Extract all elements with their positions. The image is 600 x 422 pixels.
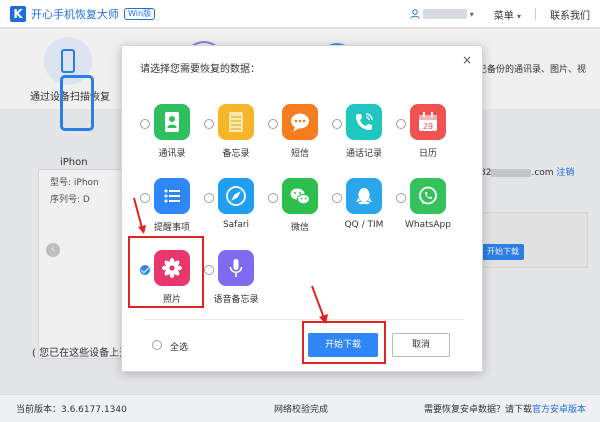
data-item-call-log[interactable]: 通话记录 [332, 102, 404, 176]
contact-us-link[interactable]: 联系我们 [550, 7, 590, 22]
dialog-divider [144, 319, 464, 320]
data-item-notes[interactable]: 备忘录 [204, 102, 276, 176]
item-label: 日历 [418, 149, 437, 159]
item-radio[interactable] [332, 193, 342, 203]
item-radio[interactable] [268, 193, 278, 203]
reminders-icon [154, 178, 190, 214]
notes-icon [218, 104, 254, 140]
close-icon[interactable]: × [462, 53, 472, 67]
item-radio[interactable] [204, 193, 214, 203]
item-radio[interactable] [140, 119, 150, 129]
dialog-title: 请选择您需要恢复的数据： [140, 64, 260, 75]
item-radio[interactable] [396, 193, 406, 203]
status-bar: 当前版本：3.6.6177.1340 网络校验完成 需要恢复安卓数据？请下载官方… [0, 394, 600, 422]
title-divider [535, 8, 536, 20]
item-label: 微信 [290, 223, 309, 233]
start-download-button[interactable]: 开始下载 [308, 333, 378, 357]
red-arrow-icon [311, 285, 328, 324]
app-title: 开心手机恢复大师 [31, 7, 119, 21]
item-label: 通讯录 [158, 149, 186, 159]
data-item-whatsapp[interactable]: WhatsApp [396, 176, 468, 250]
photos-highlight-box [128, 236, 204, 308]
item-label: Safari [222, 220, 250, 230]
data-item-sms[interactable]: 短信 [268, 102, 340, 176]
data-item-qq[interactable]: QQ / TIM [332, 176, 404, 250]
menu-button[interactable]: 菜单 ▾ [494, 7, 521, 22]
item-radio[interactable] [332, 119, 342, 129]
app-logo-icon: K [10, 5, 26, 22]
item-label: 提醒事项 [153, 223, 190, 233]
wechat-icon [282, 178, 318, 214]
cancel-button[interactable]: 取消 [392, 333, 450, 357]
data-item-voice-memo[interactable]: 语音备忘录 [204, 248, 276, 322]
red-arrow-icon [133, 197, 146, 234]
android-hint: 需要恢复安卓数据？请下载官方安卓版本 [423, 405, 586, 415]
android-download-link[interactable]: 官方安卓版本 [532, 405, 586, 415]
item-label: 备忘录 [222, 149, 250, 159]
item-radio[interactable] [396, 119, 406, 129]
item-label: WhatsApp [405, 220, 451, 230]
data-item-wechat[interactable]: 微信 [268, 176, 340, 250]
sms-icon [282, 104, 318, 140]
item-radio[interactable] [204, 265, 214, 275]
select-all-label[interactable]: 全选 [170, 340, 188, 353]
item-label: QQ / TIM [344, 220, 384, 230]
edition-badge: Win版 [124, 7, 156, 20]
call-log-icon [346, 104, 382, 140]
voice-memo-icon [218, 250, 254, 286]
calendar-icon: 29 [410, 104, 446, 140]
data-item-safari[interactable]: Safari [204, 176, 276, 250]
title-bar: K 开心手机恢复大师 Win版 ▾ 菜单 ▾ 联系我们 [0, 0, 600, 28]
version-text: 当前版本：3.6.6177.1340 [16, 405, 127, 415]
item-radio[interactable] [268, 119, 278, 129]
contacts-icon [154, 104, 190, 140]
item-label: 通话记录 [345, 149, 382, 159]
network-status: 网络校验完成 [274, 405, 329, 415]
calendar-day: 29 [423, 122, 433, 131]
safari-icon [218, 178, 254, 214]
item-radio[interactable] [204, 119, 214, 129]
whatsapp-icon [410, 178, 446, 214]
item-label: 语音备忘录 [213, 295, 259, 305]
data-type-dialog: 请选择您需要恢复的数据： × 通讯录 备忘录 短信 通话记录 29 日历 提醒事… [121, 45, 483, 372]
user-icon[interactable] [410, 9, 420, 19]
user-dropdown-icon[interactable]: ▾ [470, 10, 474, 19]
data-item-calendar[interactable]: 29 日历 [396, 102, 468, 176]
select-all-radio[interactable] [152, 340, 162, 350]
title-actions: ▾ 菜单 ▾ 联系我们 [410, 0, 590, 28]
user-name-masked[interactable] [422, 9, 467, 19]
menu-dropdown-icon: ▾ [516, 11, 521, 21]
item-label: 短信 [290, 149, 309, 159]
data-item-contacts[interactable]: 通讯录 [140, 102, 212, 176]
qq-icon [346, 178, 382, 214]
